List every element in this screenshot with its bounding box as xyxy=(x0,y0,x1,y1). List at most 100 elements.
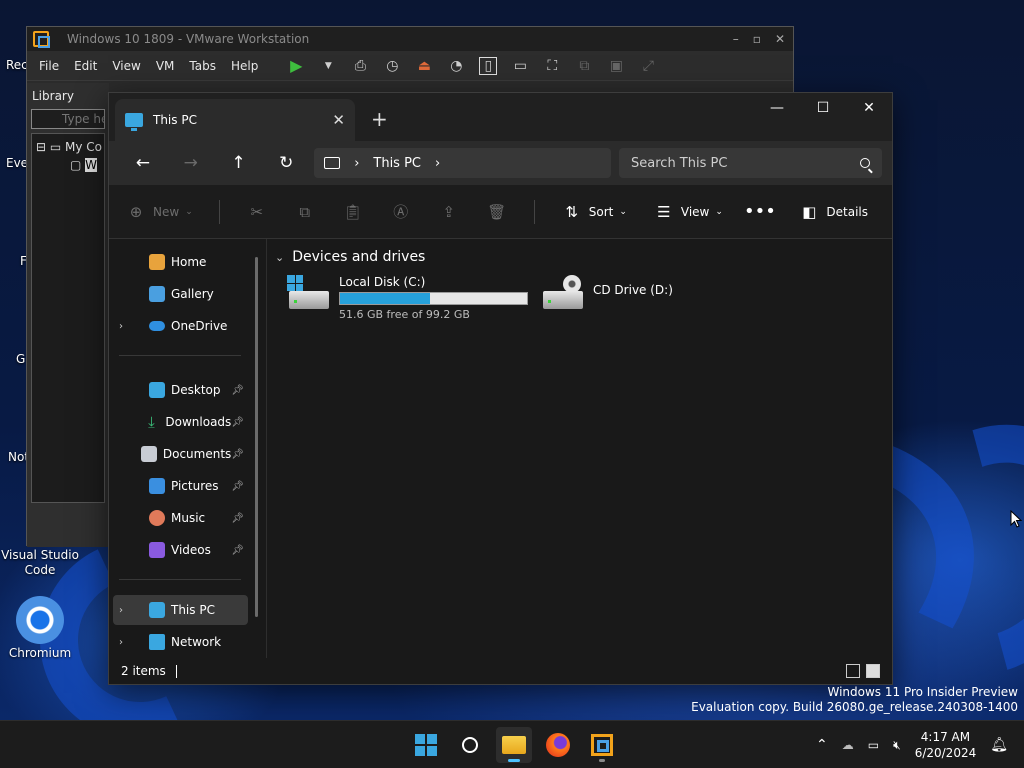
desktop-icon-chromium[interactable]: Chromium xyxy=(0,596,80,660)
snapshot-icon[interactable]: ◷ xyxy=(383,57,401,75)
sidebar-item-home[interactable]: Home xyxy=(113,247,248,277)
new-button[interactable]: ⊕ New ⌄ xyxy=(125,201,193,223)
chevron-right-icon[interactable]: › xyxy=(354,156,359,171)
view-button[interactable]: ☰ View ⌄ xyxy=(653,201,723,223)
desktop-icon-label-partial[interactable]: Eve xyxy=(6,156,28,170)
explorer-tabbar: This PC ✕ + — ☐ ✕ xyxy=(109,93,892,141)
menu-file[interactable]: File xyxy=(39,59,59,73)
notification-bell-icon[interactable]: 🔔︎ xyxy=(990,737,1008,753)
chevron-right-icon[interactable]: › xyxy=(119,605,133,616)
start-button[interactable] xyxy=(408,727,444,763)
search-button[interactable] xyxy=(452,727,488,763)
sidebar-item-gallery[interactable]: Gallery xyxy=(113,279,248,309)
sidebar-item-network[interactable]: › Network xyxy=(113,627,248,657)
chevron-down-icon[interactable]: ▼ xyxy=(319,57,337,75)
unity-icon[interactable]: ⧉ xyxy=(575,57,593,75)
pin-icon[interactable]: 📌︎ xyxy=(231,481,244,492)
tree-item-vm[interactable]: ▢ W xyxy=(70,158,100,172)
sidebar-item-desktop[interactable]: Desktop 📌︎ xyxy=(113,375,248,405)
pin-icon[interactable]: 📌︎ xyxy=(231,449,244,460)
pin-icon[interactable]: 📌︎ xyxy=(231,513,244,524)
sidebar-item-this-pc[interactable]: › This PC xyxy=(113,595,248,625)
new-tab-icon[interactable]: + xyxy=(371,107,388,131)
volume-muted-icon[interactable]: 🔇︎ xyxy=(893,738,901,753)
search-input[interactable]: Search This PC xyxy=(619,148,882,178)
sidebar-item-onedrive[interactable]: › OneDrive xyxy=(113,311,248,341)
thumbnail-view-icon[interactable]: ▭ xyxy=(511,57,529,75)
chevron-down-icon[interactable]: ⌄ xyxy=(275,251,284,264)
taskbar-vmware[interactable] xyxy=(584,727,620,763)
minimize-button[interactable]: — xyxy=(754,93,800,123)
onedrive-offline-icon[interactable]: ☁ xyxy=(842,738,854,752)
stretch-icon[interactable]: ⤢ xyxy=(639,57,657,75)
copy-icon: ⧉ xyxy=(299,202,311,221)
close-button[interactable]: ✕ xyxy=(846,93,892,123)
back-arrow-icon[interactable]: ← xyxy=(119,147,167,179)
vmware-titlebar[interactable]: Windows 10 1809 - VMware Workstation – ▫… xyxy=(27,27,793,51)
menu-vm[interactable]: VM xyxy=(156,59,175,73)
taskbar-firefox[interactable] xyxy=(540,727,576,763)
sidebar-item-music[interactable]: Music 📌︎ xyxy=(113,503,248,533)
copy-button[interactable]: ⧉ xyxy=(294,201,316,223)
sidebar-item-videos[interactable]: Videos 📌︎ xyxy=(113,535,248,565)
file-explorer-window: This PC ✕ + — ☐ ✕ ← → ↑ ↻ › This PC › Se… xyxy=(108,92,893,685)
sidebar-item-documents[interactable]: Documents 📌︎ xyxy=(113,439,248,469)
maximize-icon[interactable]: ▫ xyxy=(753,32,761,46)
sidebar-item-downloads[interactable]: ⤓ Downloads 📌︎ xyxy=(113,407,248,437)
menu-view[interactable]: View xyxy=(112,59,140,73)
minimize-icon[interactable]: – xyxy=(733,32,739,46)
chevron-right-icon[interactable]: › xyxy=(119,637,133,648)
close-tab-icon[interactable]: ✕ xyxy=(332,111,345,129)
fullscreen-icon[interactable]: ⛶ xyxy=(543,57,561,75)
address-bar[interactable]: › This PC › xyxy=(314,148,612,178)
pin-icon[interactable]: 📌︎ xyxy=(231,385,244,396)
breadcrumb-this-pc[interactable]: This PC xyxy=(373,156,421,171)
close-icon[interactable]: ✕ xyxy=(775,32,785,46)
desktop-icon-label-partial[interactable]: G xyxy=(16,352,25,366)
desktop-icon-label: Chromium xyxy=(8,646,72,660)
menu-edit[interactable]: Edit xyxy=(74,59,97,73)
play-icon[interactable]: ▶ xyxy=(287,56,305,75)
rename-button[interactable]: Ⓐ xyxy=(390,201,412,223)
more-options-button[interactable]: ••• xyxy=(744,201,776,223)
share-button[interactable]: ⇪ xyxy=(438,201,460,223)
console-icon[interactable]: ▣ xyxy=(607,57,625,75)
refresh-icon[interactable]: ↻ xyxy=(262,147,310,179)
computer-icon xyxy=(149,602,165,618)
desktop-icon-label-partial[interactable]: Rec xyxy=(6,58,28,72)
library-view-icon[interactable]: ▯ xyxy=(479,56,498,75)
menu-help[interactable]: Help xyxy=(231,59,258,73)
snapshot-manager-icon[interactable]: ◔ xyxy=(447,57,465,75)
large-icons-view-icon[interactable] xyxy=(866,664,880,678)
clock[interactable]: 4:17 AM 6/20/2024 xyxy=(915,729,977,761)
chevron-right-icon[interactable]: › xyxy=(435,156,440,171)
drive-item-d[interactable]: CD Drive (D:) xyxy=(541,275,673,311)
tab-this-pc[interactable]: This PC ✕ xyxy=(115,99,355,141)
sidebar-item-pictures[interactable]: Pictures 📌︎ xyxy=(113,471,248,501)
send-keys-icon[interactable]: ⎙ xyxy=(351,57,369,75)
up-arrow-icon[interactable]: ↑ xyxy=(215,147,263,179)
group-header-devices[interactable]: ⌄ Devices and drives xyxy=(275,249,425,265)
gallery-icon xyxy=(149,286,165,302)
details-view-icon[interactable] xyxy=(846,664,860,678)
library-search-input[interactable]: Type he xyxy=(31,109,105,129)
chevron-up-icon[interactable]: ⌃ xyxy=(816,737,828,753)
menu-tabs[interactable]: Tabs xyxy=(189,59,216,73)
sort-button[interactable]: ⇅ Sort ⌄ xyxy=(561,201,626,223)
drive-item-c[interactable]: Local Disk (C:) 51.6 GB free of 99.2 GB xyxy=(287,275,528,321)
network-icon[interactable]: ▭ xyxy=(868,738,879,752)
cut-button[interactable]: ✂ xyxy=(246,201,268,223)
pin-icon[interactable]: 📌︎ xyxy=(231,545,244,556)
library-label: Library xyxy=(32,89,74,103)
taskbar-file-explorer[interactable] xyxy=(496,727,532,763)
delete-button[interactable]: 🗑︎ xyxy=(486,201,508,223)
paste-button[interactable]: 📋︎ xyxy=(342,201,364,223)
pin-icon[interactable]: 📌︎ xyxy=(231,417,244,428)
sidebar-scrollbar[interactable] xyxy=(255,257,258,617)
forward-arrow-icon[interactable]: → xyxy=(167,147,215,179)
chevron-right-icon[interactable]: › xyxy=(119,321,133,332)
revert-snapshot-icon[interactable]: ⏏ xyxy=(415,57,433,75)
details-button[interactable]: ◧ Details xyxy=(798,201,868,223)
maximize-button[interactable]: ☐ xyxy=(800,93,846,123)
tree-item-my-computer[interactable]: ⊟ ▭ My Co xyxy=(36,140,102,154)
